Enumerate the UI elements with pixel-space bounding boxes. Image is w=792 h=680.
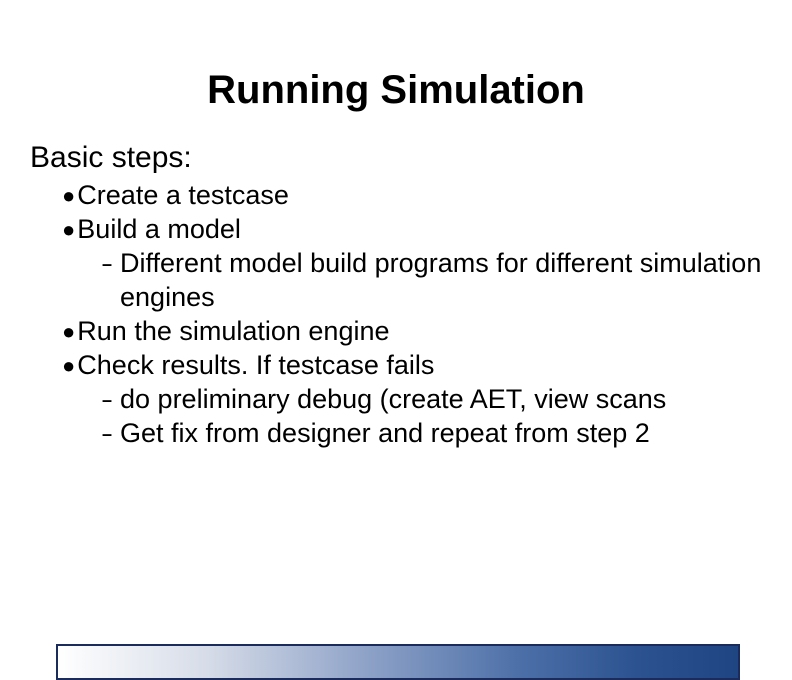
list-item: ● Create a testcase	[62, 179, 784, 213]
bullet-icon: ●	[62, 213, 75, 247]
bullet-icon: ●	[62, 349, 75, 383]
list-item: ● Run the simulation engine	[62, 315, 784, 349]
sub-bullet-text: Get fix from designer and repeat from st…	[120, 417, 784, 451]
bullet-text: Create a testcase	[77, 179, 784, 213]
footer-gradient-bar	[56, 644, 740, 680]
dash-icon: –	[102, 247, 112, 281]
list-sub-item: – do preliminary debug (create AET, view…	[102, 383, 784, 417]
sub-bullet-text: Different model build programs for diffe…	[120, 247, 784, 315]
list-sub-item: – Get fix from designer and repeat from …	[102, 417, 784, 451]
bullet-text: Check results. If testcase fails	[77, 349, 784, 383]
bullet-list: ● Create a testcase ● Build a model – Di…	[62, 179, 784, 451]
bullet-text: Run the simulation engine	[77, 315, 784, 349]
bullet-icon: ●	[62, 179, 75, 213]
list-item: ● Check results. If testcase fails	[62, 349, 784, 383]
dash-icon: –	[102, 417, 112, 451]
bullet-text: Build a model	[77, 213, 784, 247]
bullet-icon: ●	[62, 315, 75, 349]
dash-icon: –	[102, 383, 112, 417]
sub-bullet-text: do preliminary debug (create AET, view s…	[120, 383, 784, 417]
slide-title: Running Simulation	[0, 68, 792, 113]
list-sub-item: – Different model build programs for dif…	[102, 247, 784, 315]
list-item: ● Build a model	[62, 213, 784, 247]
subtitle: Basic steps:	[30, 141, 792, 175]
